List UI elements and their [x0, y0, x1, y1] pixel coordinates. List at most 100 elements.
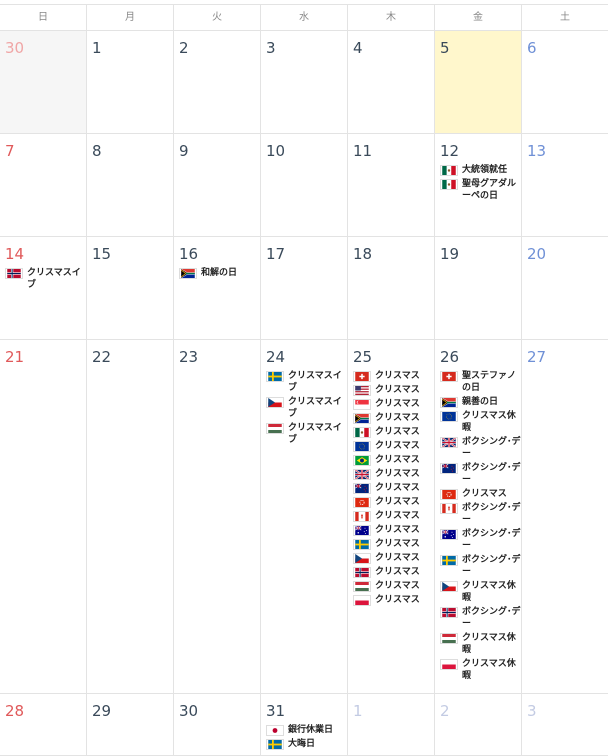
day-cell-sun[interactable]: 14 クリスマスイブ [0, 237, 86, 339]
day-cell-fri[interactable]: 2 [434, 694, 521, 755]
holiday-event[interactable]: クリスマスイブ [266, 396, 347, 420]
holiday-event[interactable]: ボクシング･デー [440, 554, 521, 578]
day-cell-wed[interactable]: 17 [260, 237, 347, 339]
holiday-event[interactable]: クリスマス [353, 566, 434, 578]
holiday-event[interactable]: クリスマス [353, 398, 434, 410]
day-cell-wed[interactable]: 31 銀行休業日大晦日 [260, 694, 347, 755]
day-cell-mon[interactable]: 15 [86, 237, 173, 339]
day-number[interactable]: 1 [353, 702, 434, 720]
day-number[interactable]: 9 [179, 142, 260, 160]
holiday-event[interactable]: クリスマスイブ [5, 267, 86, 291]
day-number[interactable]: 8 [92, 142, 173, 160]
day-number[interactable]: 31 [266, 702, 347, 720]
day-number[interactable]: 26 [440, 348, 521, 366]
day-number[interactable]: 23 [179, 348, 260, 366]
holiday-event[interactable]: クリスマス [353, 552, 434, 564]
day-number[interactable]: 19 [440, 245, 521, 263]
holiday-event[interactable]: クリスマス [353, 370, 434, 382]
day-number[interactable]: 17 [266, 245, 347, 263]
holiday-event[interactable]: ボクシング･デー [440, 462, 521, 486]
holiday-event[interactable]: クリスマス [353, 580, 434, 592]
day-cell-mon[interactable]: 8 [86, 134, 173, 236]
day-cell-sun[interactable]: 28 [0, 694, 86, 755]
holiday-event[interactable]: 大晦日 [266, 738, 347, 750]
day-cell-sun[interactable]: 21 [0, 340, 86, 693]
holiday-event[interactable]: クリスマスイブ [266, 370, 347, 394]
day-number[interactable]: 21 [5, 348, 86, 366]
holiday-event[interactable]: ボクシング･デー [440, 606, 521, 630]
day-number[interactable]: 7 [5, 142, 86, 160]
day-cell-fri[interactable]: 12 大統領就任聖母グアダルーペの日 [434, 134, 521, 236]
day-number[interactable]: 1 [92, 39, 173, 57]
holiday-event[interactable]: クリスマス休暇 [440, 658, 521, 682]
day-number[interactable]: 5 [440, 39, 521, 57]
day-cell-sat[interactable]: 3 [521, 694, 608, 755]
day-number[interactable]: 30 [5, 39, 86, 57]
holiday-event[interactable]: クリスマス [353, 412, 434, 424]
holiday-event[interactable]: クリスマス休暇 [440, 410, 521, 434]
holiday-event[interactable]: クリスマス [353, 426, 434, 438]
day-cell-tue[interactable]: 30 [173, 694, 260, 755]
holiday-event[interactable]: クリスマス [353, 468, 434, 480]
holiday-event[interactable]: ボクシング･デー [440, 528, 521, 552]
day-number[interactable]: 12 [440, 142, 521, 160]
holiday-event[interactable]: クリスマス [353, 496, 434, 508]
holiday-event[interactable]: クリスマス [353, 594, 434, 606]
day-number[interactable]: 2 [440, 702, 521, 720]
holiday-event[interactable]: クリスマス [440, 488, 521, 500]
day-cell-mon[interactable]: 29 [86, 694, 173, 755]
day-cell-fri[interactable]: 5 [434, 31, 521, 133]
holiday-event[interactable]: クリスマス [353, 384, 434, 396]
day-cell-mon[interactable]: 1 [86, 31, 173, 133]
day-cell-thu[interactable]: 4 [347, 31, 434, 133]
holiday-event[interactable]: クリスマス [353, 454, 434, 466]
day-cell-sat[interactable]: 27 [521, 340, 608, 693]
holiday-event[interactable]: 聖母グアダルーペの日 [440, 178, 521, 202]
day-cell-sat[interactable]: 20 [521, 237, 608, 339]
day-number[interactable]: 13 [527, 142, 608, 160]
day-cell-wed[interactable]: 3 [260, 31, 347, 133]
day-cell-thu[interactable]: 1 [347, 694, 434, 755]
holiday-event[interactable]: クリスマス [353, 482, 434, 494]
holiday-event[interactable]: 和解の日 [179, 267, 260, 279]
holiday-event[interactable]: クリスマス [353, 510, 434, 522]
day-number[interactable]: 10 [266, 142, 347, 160]
holiday-event[interactable]: クリスマスイブ [266, 422, 347, 446]
day-cell-tue[interactable]: 23 [173, 340, 260, 693]
holiday-event[interactable]: クリスマス [353, 538, 434, 550]
holiday-event[interactable]: 大統領就任 [440, 164, 521, 176]
day-cell-mon[interactable]: 22 [86, 340, 173, 693]
holiday-event[interactable]: ボクシング･デー [440, 502, 521, 526]
day-number[interactable]: 22 [92, 348, 173, 366]
day-number[interactable]: 27 [527, 348, 608, 366]
holiday-event[interactable]: クリスマス [353, 440, 434, 452]
day-number[interactable]: 25 [353, 348, 434, 366]
day-number[interactable]: 14 [5, 245, 86, 263]
day-number[interactable]: 3 [266, 39, 347, 57]
day-cell-thu[interactable]: 11 [347, 134, 434, 236]
day-cell-tue[interactable]: 9 [173, 134, 260, 236]
day-number[interactable]: 3 [527, 702, 608, 720]
day-number[interactable]: 29 [92, 702, 173, 720]
day-number[interactable]: 24 [266, 348, 347, 366]
day-number[interactable]: 30 [179, 702, 260, 720]
day-cell-wed[interactable]: 10 [260, 134, 347, 236]
day-cell-fri[interactable]: 19 [434, 237, 521, 339]
day-cell-tue[interactable]: 2 [173, 31, 260, 133]
day-cell-tue[interactable]: 16 和解の日 [173, 237, 260, 339]
day-number[interactable]: 15 [92, 245, 173, 263]
day-number[interactable]: 18 [353, 245, 434, 263]
holiday-event[interactable]: ボクシング･デー [440, 436, 521, 460]
holiday-event[interactable]: クリスマス休暇 [440, 580, 521, 604]
day-cell-sun[interactable]: 7 [0, 134, 86, 236]
day-cell-sun[interactable]: 30 [0, 31, 86, 133]
day-number[interactable]: 28 [5, 702, 86, 720]
day-cell-sat[interactable]: 13 [521, 134, 608, 236]
holiday-event[interactable]: クリスマス休暇 [440, 632, 521, 656]
day-cell-sat[interactable]: 6 [521, 31, 608, 133]
holiday-event[interactable]: クリスマス [353, 524, 434, 536]
holiday-event[interactable]: 銀行休業日 [266, 724, 347, 736]
day-cell-wed[interactable]: 24 クリスマスイブ クリスマスイブ クリスマスイブ [260, 340, 347, 693]
holiday-event[interactable]: 親善の日 [440, 396, 521, 408]
day-cell-thu[interactable]: 18 [347, 237, 434, 339]
